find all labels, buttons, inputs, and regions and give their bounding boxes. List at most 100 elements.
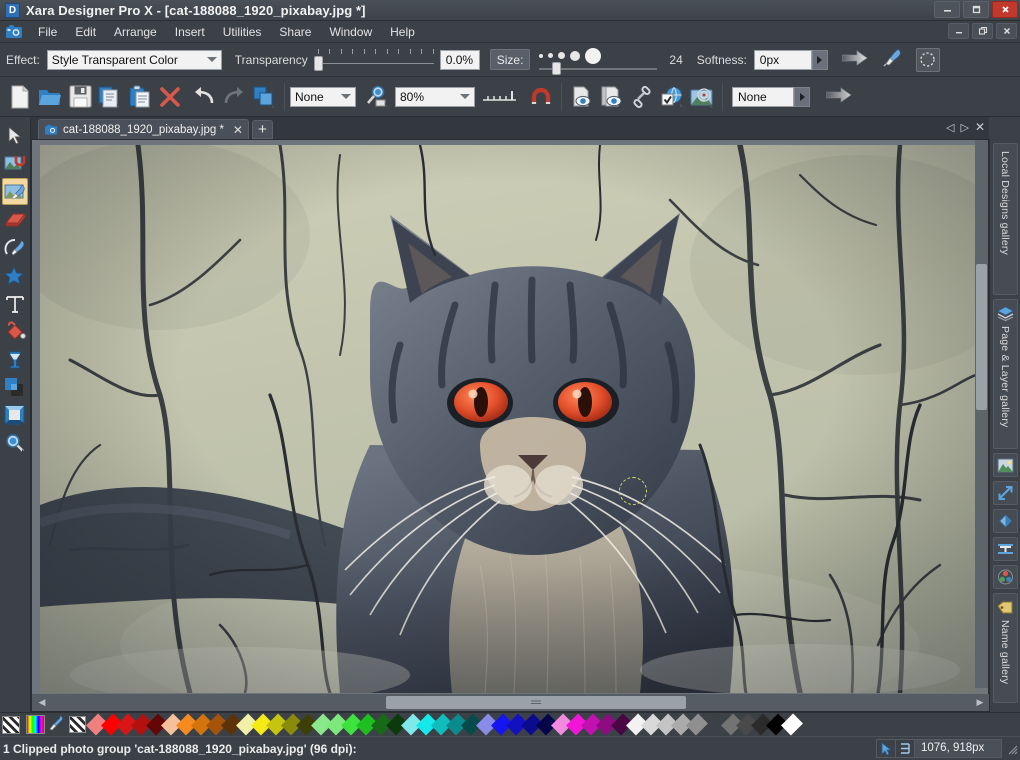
zoom-level-select[interactable]: 80%	[395, 86, 475, 107]
document-tab-close-icon[interactable]: ✕	[233, 123, 243, 137]
ruler-icon[interactable]	[481, 82, 521, 112]
color-swatch-list[interactable]	[86, 713, 803, 736]
eyedropper-icon[interactable]	[48, 714, 66, 735]
menu-file[interactable]: File	[29, 23, 66, 41]
open-document-button[interactable]	[35, 82, 65, 112]
menu-help[interactable]: Help	[381, 23, 424, 41]
paint-brush-icon[interactable]	[882, 48, 904, 71]
transparency-slider-thumb[interactable]	[313, 55, 323, 71]
fill-tool[interactable]	[2, 318, 28, 345]
bevel-tool[interactable]	[2, 402, 28, 429]
tab-next-icon[interactable]: ▷	[960, 121, 968, 134]
zoom-tool[interactable]	[2, 430, 28, 457]
minimize-button[interactable]	[934, 1, 960, 18]
gradient-arrow-icon[interactable]	[841, 50, 868, 69]
color-swatch[interactable]	[781, 713, 803, 736]
shadow-tool[interactable]	[2, 374, 28, 401]
duplicate-button[interactable]	[249, 82, 279, 112]
zoom-magnifier-icon[interactable]	[362, 82, 392, 112]
save-document-button[interactable]	[65, 82, 95, 112]
transparency-slider[interactable]	[313, 48, 434, 71]
menu-window[interactable]: Window	[320, 23, 381, 41]
new-tab-button[interactable]: +	[251, 120, 273, 139]
size-label-button[interactable]: Size:	[489, 49, 531, 70]
effect-select-value: Style Transparent Color	[51, 52, 178, 67]
color-swatch[interactable]	[686, 713, 708, 736]
menu-utilities[interactable]: Utilities	[214, 23, 271, 41]
close-button[interactable]	[992, 1, 1018, 18]
sidebar-item-fill-gallery[interactable]	[992, 509, 1018, 533]
canvas-horizontal-scrollbar[interactable]: ◀ ▶	[32, 694, 990, 711]
horizontal-scroll-thumb[interactable]	[386, 696, 686, 709]
eraser-tool[interactable]	[2, 206, 28, 233]
canvas-area[interactable]: ◀ ▶	[31, 139, 990, 712]
no-color-swatch[interactable]	[2, 715, 20, 734]
transparency-value-field[interactable]: 0.0%	[439, 49, 480, 70]
globe-check-icon[interactable]	[657, 82, 687, 112]
marquee-selection-icon[interactable]	[915, 47, 940, 72]
menu-share[interactable]: Share	[270, 23, 320, 41]
tab-navigation: ◁ ▷ ✕	[946, 120, 985, 134]
layer-select-group[interactable]: None	[732, 86, 810, 107]
softness-dropdown-button[interactable]	[811, 49, 828, 70]
brush-size-value: 24	[669, 52, 683, 67]
sidebar-item-name-gallery[interactable]: Name gallery	[992, 593, 1018, 703]
doc-minimize-button[interactable]	[948, 23, 969, 39]
sidebar-item-font-gallery[interactable]	[992, 537, 1018, 561]
vertical-scroll-thumb[interactable]	[976, 264, 987, 410]
brush-size-thumb[interactable]	[552, 61, 562, 75]
resize-grip-icon[interactable]	[1006, 743, 1018, 755]
photo-target-icon[interactable]	[687, 82, 717, 112]
maximize-button[interactable]	[963, 1, 989, 18]
canvas-vertical-scrollbar[interactable]	[975, 140, 988, 688]
color-swatch-diamond	[686, 713, 708, 736]
redo-button[interactable]	[219, 82, 249, 112]
softness-field-group[interactable]: 0px	[753, 49, 828, 70]
export-gradient-arrow-icon[interactable]	[825, 87, 852, 106]
softness-value-field[interactable]: 0px	[753, 49, 812, 70]
fill-diamond-icon	[996, 512, 1015, 531]
tab-prev-icon[interactable]: ◁	[946, 121, 954, 134]
app-logo-icon: D	[5, 2, 20, 18]
selector-tool[interactable]	[2, 122, 28, 149]
text-tool[interactable]	[2, 290, 28, 317]
sidebar-item-page-layer-gallery[interactable]: Page & Layer gallery	[992, 299, 1018, 449]
paste-button[interactable]	[125, 82, 155, 112]
tab-close-all-icon[interactable]: ✕	[975, 120, 985, 134]
sidebar-item-local-designs-gallery[interactable]: Local Designs gallery	[992, 143, 1018, 295]
effect-select[interactable]: Style Transparent Color	[46, 49, 222, 70]
scroll-left-icon[interactable]: ◀	[35, 697, 49, 708]
freehand-tool[interactable]	[2, 234, 28, 261]
sidebar-item-line-gallery[interactable]	[992, 481, 1018, 505]
layer-dropdown-button[interactable]	[794, 86, 810, 107]
transparency-slider-track	[313, 62, 434, 64]
document-photo[interactable]	[40, 145, 976, 693]
chain-link-icon[interactable]	[627, 82, 657, 112]
delete-button[interactable]	[155, 82, 185, 112]
scroll-right-icon[interactable]: ▶	[973, 697, 987, 708]
copy-button[interactable]	[95, 82, 125, 112]
new-document-button[interactable]	[5, 82, 35, 112]
brush-size-slider[interactable]	[537, 46, 667, 75]
color-editor-icon[interactable]	[26, 715, 45, 734]
page-preview-eye-icon[interactable]	[567, 82, 597, 112]
shape-tool[interactable]	[2, 262, 28, 289]
layer-select-value[interactable]: None	[732, 86, 794, 107]
main-toolbar: None 80% None	[0, 77, 1020, 117]
photo-tool[interactable]	[2, 150, 28, 177]
sidebar-item-color-gallery[interactable]	[992, 565, 1018, 589]
menu-edit[interactable]: Edit	[66, 23, 105, 41]
transparency-tool[interactable]	[2, 346, 28, 373]
document-preview-eye-icon[interactable]	[597, 82, 627, 112]
transparent-checker-swatch[interactable]	[69, 716, 86, 733]
quality-select[interactable]: None	[290, 86, 356, 107]
snap-magnet-icon[interactable]	[526, 82, 556, 112]
menu-arrange[interactable]: Arrange	[105, 23, 166, 41]
undo-button[interactable]	[189, 82, 219, 112]
document-tab[interactable]: cat-188088_1920_pixabay.jpg * ✕	[38, 119, 249, 139]
photo-edit-tool[interactable]	[2, 178, 28, 205]
sidebar-item-bitmap-gallery[interactable]	[992, 453, 1018, 477]
doc-restore-button[interactable]	[972, 23, 993, 39]
doc-close-button[interactable]	[996, 23, 1017, 39]
menu-insert[interactable]: Insert	[166, 23, 214, 41]
